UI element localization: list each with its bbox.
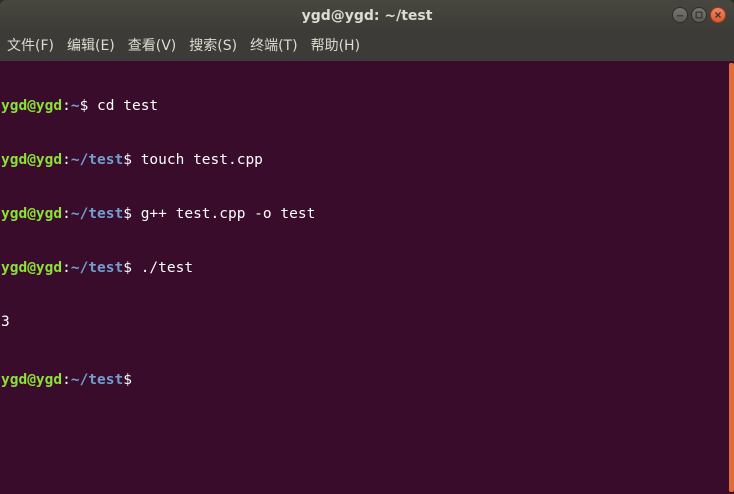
prompt-user: ygd@ygd [1,260,63,276]
terminal-output[interactable]: ygd@ygd:~$ cd test ygd@ygd:~/test$ touch… [0,61,728,494]
prompt-colon: : [62,98,71,114]
prompt-path: ~/test [70,372,124,388]
menu-search[interactable]: 搜索(S) [182,32,243,61]
prompt-user: ygd@ygd [1,152,63,168]
prompt-path: ~ [70,98,80,114]
command-text: g++ test.cpp -o test [131,206,316,222]
prompt-dollar: $ [123,206,132,222]
prompt-user: ygd@ygd [1,206,63,222]
prompt-user: ygd@ygd [1,98,63,114]
terminal-window: ygd@ygd: ~/test 文件(F) 编辑(E) 查看(V) 搜索(S) … [0,0,734,494]
menu-file[interactable]: 文件(F) [0,32,60,61]
window-controls [672,7,726,23]
scrollbar-thumb[interactable] [729,63,734,492]
prompt-path: ~/test [70,260,124,276]
command-text: touch test.cpp [131,152,263,168]
title-bar[interactable]: ygd@ygd: ~/test [0,0,734,32]
menu-terminal[interactable]: 终端(T) [243,32,303,61]
menu-view[interactable]: 查看(V) [121,32,183,61]
command-text: cd test [88,98,159,114]
prompt-path: ~/test [70,206,124,222]
text-cursor [132,367,141,384]
minimize-icon [677,15,683,17]
menu-bar: 文件(F) 编辑(E) 查看(V) 搜索(S) 终端(T) 帮助(H) [0,32,734,61]
terminal-prompt[interactable]: ygd@ygd:~/test$ [0,367,728,388]
output-text: 3 [1,314,10,330]
maximize-icon [695,11,703,19]
terminal-line: ygd@ygd:~/test$ touch test.cpp [0,151,728,169]
close-button[interactable] [710,7,726,23]
menu-help[interactable]: 帮助(H) [304,32,366,61]
prompt-dollar: $ [123,260,132,276]
terminal-line: ygd@ygd:~/test$ ./test [0,259,728,277]
prompt-user: ygd@ygd [1,372,63,388]
maximize-button[interactable] [691,7,707,23]
scrollbar[interactable] [728,61,734,494]
prompt-path: ~/test [70,152,124,168]
menu-edit[interactable]: 编辑(E) [60,32,121,61]
prompt-colon: : [62,206,71,222]
terminal-line: ygd@ygd:~/test$ g++ test.cpp -o test [0,205,728,223]
terminal-line: ygd@ygd:~$ cd test [0,97,728,115]
close-icon [714,11,722,19]
prompt-colon: : [62,372,71,388]
prompt-dollar: $ [123,372,132,388]
prompt-dollar: $ [123,152,132,168]
command-text: ./test [131,260,194,276]
prompt-colon: : [62,152,71,168]
prompt-dollar: $ [79,98,89,114]
prompt-colon: : [62,260,71,276]
program-output: 3 [0,313,728,331]
minimize-button[interactable] [672,7,688,23]
window-title: ygd@ygd: ~/test [301,8,433,24]
